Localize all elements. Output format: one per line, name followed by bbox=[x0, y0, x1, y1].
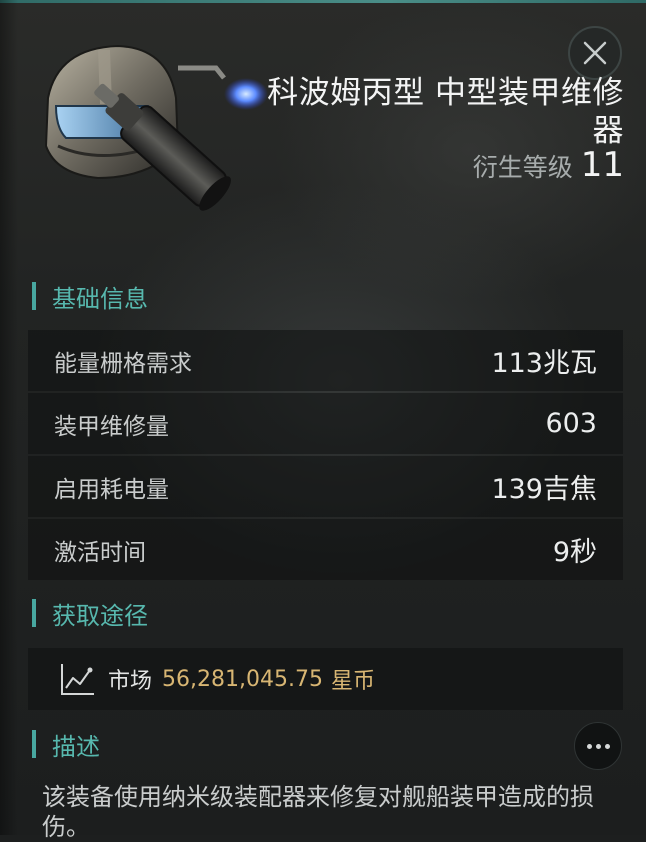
attribute-value: 9秒 bbox=[552, 537, 597, 568]
close-icon bbox=[583, 41, 607, 65]
market-label: 市场 bbox=[108, 669, 153, 694]
attribute-row-armor-repair: 装甲维修量 603 bbox=[28, 393, 623, 454]
section-accent-bar bbox=[32, 282, 36, 310]
attribute-label: 能量栅格需求 bbox=[54, 350, 192, 377]
attribute-row-activation-time: 激活时间 9秒 bbox=[28, 519, 623, 580]
trend-chart-icon bbox=[61, 664, 94, 695]
top-accent-line bbox=[0, 0, 646, 3]
section-description-title: 描述 bbox=[52, 732, 100, 761]
attribute-label: 装甲维修量 bbox=[54, 413, 169, 440]
market-row[interactable]: 市场 56,281,045.75 星币 bbox=[28, 648, 623, 710]
attribute-value: 139吉焦 bbox=[491, 474, 597, 505]
attribute-value: 603 bbox=[545, 408, 597, 439]
armor-repairer-module-icon bbox=[28, 28, 268, 228]
section-accent-bar bbox=[32, 730, 36, 758]
attribute-row-power-grid: 能量栅格需求 113兆瓦 bbox=[28, 330, 623, 391]
market-currency: 星币 bbox=[330, 669, 375, 694]
attribute-list: 能量栅格需求 113兆瓦 装甲维修量 603 启用耗电量 139吉焦 激活时间 … bbox=[28, 330, 623, 582]
attribute-row-activation-cost: 启用耗电量 139吉焦 bbox=[28, 456, 623, 517]
close-button[interactable] bbox=[568, 26, 622, 80]
meta-level: 衍生等级 11 bbox=[473, 148, 624, 184]
meta-level-label: 衍生等级 bbox=[472, 153, 573, 182]
attribute-label: 启用耗电量 bbox=[54, 476, 169, 503]
description-text: 该装备使用纳米级装配器来修复对舰船装甲造成的损伤。 bbox=[42, 783, 594, 841]
more-options-icon-dot bbox=[595, 743, 601, 749]
section-source-title: 获取途径 bbox=[52, 601, 148, 630]
market-price: 56,281,045.75 bbox=[162, 666, 323, 692]
attribute-label: 激活时间 bbox=[54, 539, 146, 566]
section-accent-bar bbox=[32, 599, 36, 627]
attribute-value: 113兆瓦 bbox=[491, 348, 597, 379]
section-basic-info-title: 基础信息 bbox=[52, 284, 148, 313]
item-title: 科波姆丙型 中型装甲维修器 bbox=[267, 75, 624, 149]
section-description: 描述 bbox=[32, 728, 100, 761]
meta-level-value: 11 bbox=[580, 145, 624, 185]
more-options-button[interactable] bbox=[574, 722, 622, 770]
left-edge-shade bbox=[0, 0, 18, 835]
more-options-icon-dot bbox=[604, 743, 610, 749]
section-basic-info: 基础信息 bbox=[32, 280, 148, 313]
more-options-icon-dot bbox=[586, 743, 592, 749]
section-source: 获取途径 bbox=[32, 597, 148, 630]
